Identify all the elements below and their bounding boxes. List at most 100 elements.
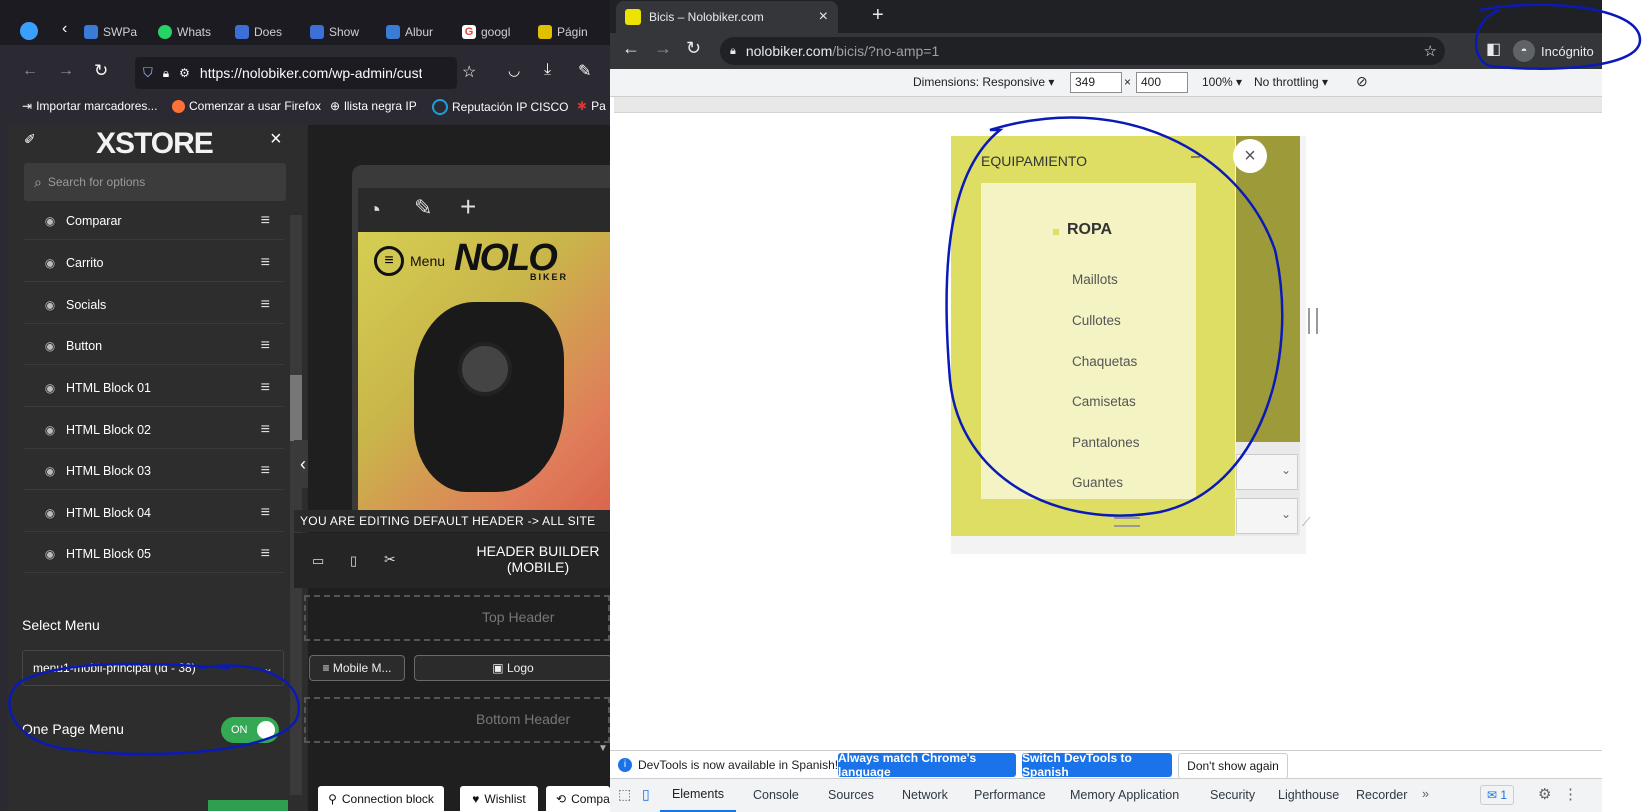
select-menu-dropdown[interactable]: menu1-mobil-principal (id - 38) ⌄ (22, 650, 284, 686)
tab-memory[interactable]: Memory (1070, 788, 1115, 802)
chrome-tab-active[interactable]: Bicis – Nolobiker.com × (616, 1, 838, 33)
width-input[interactable]: 349 (1070, 72, 1122, 93)
top-header-zone[interactable]: Top Header (304, 595, 610, 641)
drag-handle-icon[interactable]: ≡ (261, 212, 270, 230)
menu-item-cullotes[interactable]: Cullotes (1072, 313, 1121, 328)
tab-whatsapp[interactable]: Whats (158, 22, 211, 42)
panel-scrollbar[interactable] (290, 215, 302, 795)
search-options-input[interactable]: ⌕ Search for options (24, 163, 286, 201)
tab-sources[interactable]: Sources (828, 788, 874, 802)
eye-icon[interactable]: ◉ (42, 381, 58, 395)
menu-hamburger-icon[interactable]: ≡ (374, 246, 404, 276)
drag-handle-icon[interactable]: ≡ (261, 421, 270, 439)
tab-swpa[interactable]: SWPa (84, 22, 137, 42)
resize-corner-icon[interactable]: ⟋ (1302, 515, 1310, 530)
scroll-down-icon[interactable]: ▼ (598, 743, 608, 754)
rotate-icon[interactable]: ⊘ (1356, 73, 1368, 90)
menu-item-camisetas[interactable]: Camisetas (1072, 394, 1136, 409)
desktop-view-icon[interactable]: ▭ (312, 553, 324, 569)
filter-select[interactable]: ⌄ (1236, 498, 1298, 534)
new-tab-icon[interactable]: + (872, 4, 884, 27)
close-tab-icon[interactable]: × (819, 8, 828, 26)
eye-icon[interactable]: ◉ (42, 214, 58, 228)
tab-console[interactable]: Console (753, 788, 799, 802)
inspect-element-icon[interactable]: ⬚ (618, 786, 631, 803)
tools-icon[interactable]: ✂ (384, 551, 396, 568)
menu-header-equipamiento[interactable]: EQUIPAMIENTO (981, 153, 1087, 169)
tab-pagina[interactable]: Págin (538, 22, 588, 42)
height-input[interactable]: 400 (1136, 72, 1188, 93)
device-toggle-icon[interactable]: ▯ (642, 786, 650, 803)
scrollbar-thumb[interactable] (290, 375, 302, 441)
filter-select[interactable]: ⌄ (1236, 454, 1298, 490)
element-html-block-04[interactable]: ◉ HTML Block 04 ≡ (24, 495, 284, 532)
always-match-language-button[interactable]: Always match Chrome's language (838, 751, 1016, 779)
mobile-view-icon[interactable]: ▯ (350, 553, 357, 569)
tab-network[interactable]: Network (902, 788, 948, 802)
tab-lighthouse[interactable]: Lighthouse (1278, 788, 1339, 802)
chrome-omnibox[interactable]: 🔒︎ nolobiker.com/bicis/?no-amp=1 ☆ (720, 37, 1445, 65)
menu-item-pantalones[interactable]: Pantalones (1072, 435, 1140, 450)
drag-handle-icon[interactable]: ≡ (261, 296, 270, 314)
zoom-select[interactable]: 100% ▾ (1202, 75, 1242, 89)
resize-handle-right[interactable] (1308, 308, 1318, 334)
element-html-block-01[interactable]: ◉ HTML Block 01 ≡ (24, 370, 284, 407)
reload-icon[interactable]: ↻ (94, 61, 108, 81)
tab-application[interactable]: Application (1118, 788, 1179, 802)
element-comparar[interactable]: ◉ Comparar ≡ (24, 203, 284, 240)
add-plus-icon[interactable]: + (460, 191, 476, 223)
bookmark-import[interactable]: ⇥ Importar marcadores... (22, 99, 157, 113)
mobile-menu-element[interactable]: ≡ Mobile M... (309, 655, 405, 681)
tab-google[interactable]: Ggoogl (462, 22, 510, 42)
tab-show[interactable]: Show (310, 22, 359, 42)
bookmark-llista[interactable]: ⊕ llista negra IP (330, 99, 417, 113)
bookmark-star-icon[interactable]: ☆ (1424, 42, 1437, 60)
drag-handle-icon[interactable]: ≡ (261, 545, 270, 563)
drag-handle-icon[interactable]: ≡ (261, 504, 270, 522)
one-page-menu-toggle[interactable]: ON (221, 717, 279, 743)
menu-item-chaquetas[interactable]: Chaquetas (1072, 354, 1137, 369)
publish-button[interactable] (208, 800, 288, 811)
tab-performance[interactable]: Performance (974, 788, 1046, 802)
paint-brush-icon[interactable]: ✎ (414, 195, 432, 221)
dashboard-gauge-icon[interactable]: ◔ (368, 197, 381, 223)
drag-handle-icon[interactable]: ≡ (261, 337, 270, 355)
switch-devtools-spanish-button[interactable]: Switch DevTools to Spanish (1022, 751, 1172, 779)
tabs-scroll-left-icon[interactable]: ‹ (62, 20, 67, 38)
tab-recorder[interactable]: Recorder (1356, 788, 1407, 802)
drag-handle-icon[interactable]: ≡ (261, 379, 270, 397)
more-tabs-icon[interactable]: » (1422, 787, 1429, 801)
firefox-url-bar[interactable]: ⛉ 🔒︎ ⚙ https://nolobiker.com/wp-admin/cu… (135, 57, 457, 89)
incognito-indicator[interactable]: ◓ Incógnito (1513, 37, 1594, 65)
eye-icon[interactable]: ◉ (42, 256, 58, 270)
resize-handle-bottom[interactable] (1114, 517, 1140, 527)
menu-item-guantes[interactable]: Guantes (1072, 475, 1123, 490)
close-icon[interactable]: × (270, 128, 282, 151)
eye-icon[interactable]: ◉ (42, 464, 58, 478)
firefox-view-icon[interactable] (20, 22, 38, 40)
bottom-header-zone[interactable]: Bottom Header (304, 697, 610, 743)
downloads-icon[interactable]: ⤓ (544, 61, 551, 79)
side-panel-icon[interactable]: ◧ (1486, 39, 1501, 59)
eye-icon[interactable]: ◉ (42, 298, 58, 312)
element-button[interactable]: ◉ Button ≡ (24, 328, 284, 365)
dont-show-again-button[interactable]: Don't show again (1178, 753, 1288, 779)
pin-icon[interactable]: ✐ (24, 131, 36, 148)
compare-tab[interactable]: ⟲ Compa (546, 786, 610, 811)
tab-does[interactable]: Does (235, 22, 282, 42)
extensions-wrench-icon[interactable]: ✎ (578, 61, 591, 81)
collapse-minus-icon[interactable]: – (1191, 148, 1200, 166)
element-html-block-02[interactable]: ◉ HTML Block 02 ≡ (24, 412, 284, 449)
drag-handle-icon[interactable]: ≡ (261, 254, 270, 272)
reload-icon[interactable]: ↻ (686, 38, 701, 59)
menu-section-ropa[interactable]: ROPA (1067, 221, 1112, 239)
close-menu-icon[interactable]: × (1233, 139, 1267, 173)
pocket-icon[interactable]: ◡ (508, 62, 520, 79)
throttle-select[interactable]: No throttling ▾ (1254, 75, 1328, 89)
element-html-block-03[interactable]: ◉ HTML Block 03 ≡ (24, 453, 284, 490)
dimensions-select[interactable]: Dimensions: Responsive ▾ (913, 75, 1054, 89)
forward-arrow-icon[interactable]: → (654, 38, 672, 59)
tab-elements[interactable]: Elements (660, 779, 736, 812)
bookmark-pa[interactable]: ✱ Pa (577, 99, 606, 113)
issues-badge[interactable]: ✉ 1 (1480, 785, 1515, 805)
